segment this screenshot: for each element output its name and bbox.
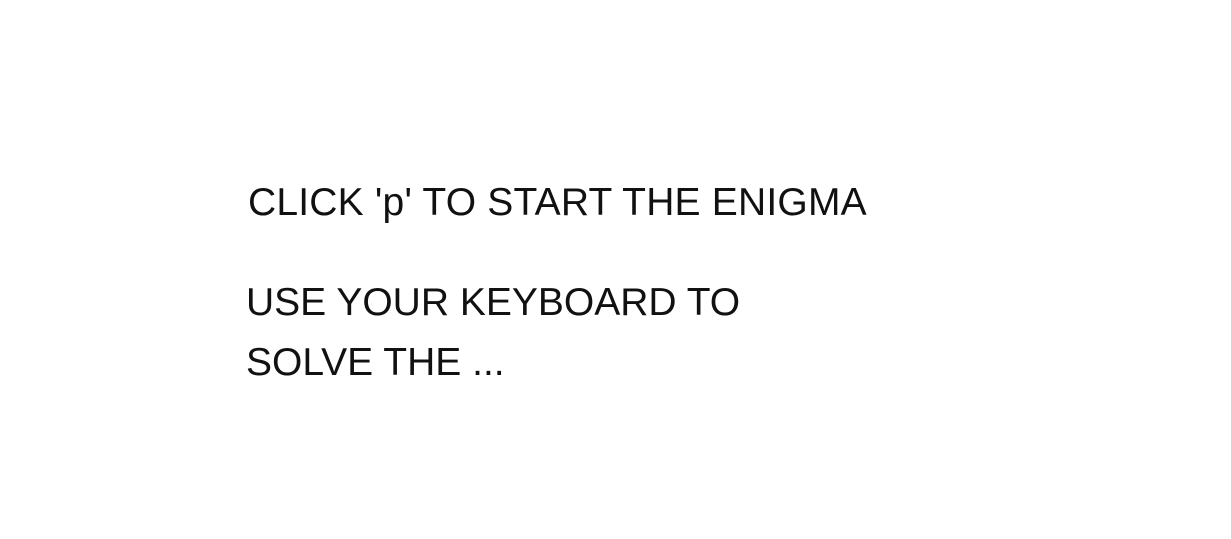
game-intro-screen: CLICK 'p' TO START THE ENIGMA USE YOUR K… — [0, 0, 1231, 539]
instruction-line-2: SOLVE THE ... — [246, 341, 505, 384]
instruction-line-1: USE YOUR KEYBOARD TO — [246, 281, 741, 324]
start-prompt: CLICK 'p' TO START THE ENIGMA — [248, 181, 867, 224]
